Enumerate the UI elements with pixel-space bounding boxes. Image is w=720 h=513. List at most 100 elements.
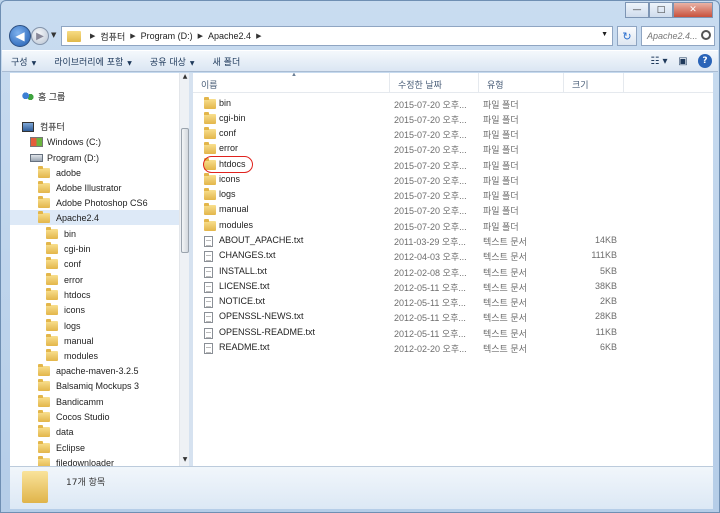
file-row[interactable]: error 2015-07-20 오후... 파일 폴더 <box>197 141 613 156</box>
nav-folder-adobe[interactable]: adobe <box>38 165 81 180</box>
address-dropdown-icon[interactable]: ▼ <box>601 31 608 38</box>
file-row[interactable]: OPENSSL-NEWS.txt 2012-05-11 오후... 텍스트 문서 28… <box>197 309 617 324</box>
column-size[interactable]: 크기 <box>564 73 624 93</box>
back-button[interactable]: ◀ <box>9 25 31 47</box>
nav-folder-adobe-photoshop[interactable]: Adobe Photoshop CS6 <box>38 195 148 210</box>
address-bar[interactable]: ▶ 컴퓨터 ▶ Program (D:) ▶ Apache2.4 ▶ ▼ <box>61 26 613 46</box>
chevron-right-icon[interactable]: ▶ <box>90 32 95 40</box>
nav-drive-d[interactable]: Program (D:) <box>30 150 99 165</box>
scroll-thumb[interactable] <box>181 128 189 253</box>
file-date-modified: 2015-07-20 오후... <box>394 161 467 171</box>
nav-drive-c[interactable]: Windows (C:) <box>30 134 101 149</box>
nav-folder-balsamiq[interactable]: Balsamiq Mockups 3 <box>38 378 139 393</box>
forward-button[interactable]: ▶ <box>31 27 49 45</box>
folder-icon <box>38 378 50 391</box>
file-row[interactable]: INSTALL.txt 2012-02-08 오후... 텍스트 문서 5KB <box>197 264 617 279</box>
folder-icon <box>46 348 58 361</box>
file-row[interactable]: LICENSE.txt 2012-05-11 오후... 텍스트 문서 38KB <box>197 279 617 294</box>
refresh-button[interactable]: ↻ <box>617 26 637 46</box>
file-row[interactable]: ABOUT_APACHE.txt 2011-03-29 오후... 텍스트 문서 14… <box>197 233 617 248</box>
file-name: INSTALL.txt <box>219 266 267 276</box>
nav-folder-apache-selected[interactable]: Apache2.4 <box>10 210 180 225</box>
nav-homegroup[interactable]: 홈 그룹 <box>22 89 65 104</box>
organize-menu[interactable]: 구성 ▼ <box>2 55 45 68</box>
file-row[interactable]: NOTICE.txt 2012-05-11 오후... 텍스트 문서 2KB <box>197 294 617 309</box>
file-name: CHANGES.txt <box>219 250 276 260</box>
folder-icon <box>204 97 216 109</box>
nav-folder-modules[interactable]: modules <box>46 348 98 363</box>
file-type: 파일 폴더 <box>483 115 519 125</box>
nav-folder-conf[interactable]: conf <box>46 256 81 271</box>
nav-scrollbar[interactable]: ▲ ▼ <box>179 73 189 466</box>
file-type: 텍스트 문서 <box>483 313 527 323</box>
nav-folder-label: Adobe Illustrator <box>56 182 122 193</box>
caption-buttons: — □ ✕ <box>625 2 713 18</box>
file-size: 11KB <box>595 327 617 337</box>
chevron-right-icon[interactable]: ▶ <box>256 32 261 40</box>
maximize-button[interactable]: □ <box>649 2 673 18</box>
file-row[interactable]: CHANGES.txt 2012-04-03 오후... 텍스트 문서 111KB <box>197 248 617 263</box>
file-type: 파일 폴더 <box>483 161 519 171</box>
nav-folder-filedownloader[interactable]: filedownloader <box>38 455 114 466</box>
scroll-down-icon[interactable]: ▼ <box>181 456 189 466</box>
preview-pane-icon[interactable]: ▣ <box>674 53 692 69</box>
nav-folder-eclipse[interactable]: Eclipse <box>38 440 85 455</box>
nav-folder-data[interactable]: data <box>38 424 74 439</box>
nav-folder-bin[interactable]: bin <box>46 226 76 241</box>
folder-icon <box>38 195 50 208</box>
nav-folder-label: Eclipse <box>56 442 86 453</box>
nav-folder-manual[interactable]: manual <box>46 333 94 348</box>
file-row[interactable]: bin 2015-07-20 오후... 파일 폴더 <box>197 96 613 111</box>
breadcrumb-program-d[interactable]: Program (D:) <box>141 31 193 41</box>
new-folder-button[interactable]: 새 폴더 <box>204 55 250 68</box>
column-type[interactable]: 유형 <box>479 73 564 93</box>
breadcrumb-computer[interactable]: 컴퓨터 <box>100 30 125 43</box>
file-type: 텍스트 문서 <box>483 252 527 262</box>
nav-folder-adobe-illustrator[interactable]: Adobe Illustrator <box>38 180 122 195</box>
chevron-right-icon[interactable]: ▶ <box>130 32 135 40</box>
nav-folder-htdocs[interactable]: htdocs <box>46 287 91 302</box>
nav-folder-label: Apache2.4 <box>56 212 100 223</box>
file-name: conf <box>219 128 237 138</box>
file-list: 이름 ▲ 수정한 날짜 유형 크기 bin 2015-07-20 오후... 파일 폴… <box>193 73 713 466</box>
file-row[interactable]: icons 2015-07-20 오후... 파일 폴더 <box>197 172 613 187</box>
column-name[interactable]: 이름 ▲ <box>193 73 390 93</box>
file-type: 텍스트 문서 <box>483 237 527 247</box>
file-row[interactable]: OPENSSL-README.txt 2012-05-11 오후... 텍스트 문서… <box>197 325 617 340</box>
nav-folder-label: htdocs <box>64 289 91 300</box>
file-date-modified: 2015-07-20 오후... <box>394 222 467 232</box>
nav-folder-logs[interactable]: logs <box>46 318 81 333</box>
change-view-icon[interactable]: ☷ ▾ <box>650 53 668 69</box>
file-row[interactable]: cgi-bin 2015-07-20 오후... 파일 폴더 <box>197 111 613 126</box>
file-row[interactable]: logs 2015-07-20 오후... 파일 폴더 <box>197 187 613 202</box>
file-row[interactable]: conf 2015-07-20 오후... 파일 폴더 <box>197 126 613 141</box>
file-row[interactable]: manual 2015-07-20 오후... 파일 폴더 <box>197 202 613 217</box>
close-button[interactable]: ✕ <box>673 2 713 18</box>
minimize-button[interactable]: — <box>625 2 649 18</box>
nav-folder-cgi-bin[interactable]: cgi-bin <box>46 241 91 256</box>
file-size: 5KB <box>599 266 617 276</box>
file-date-modified: 2015-07-20 오후... <box>394 206 467 216</box>
nav-folder-error[interactable]: error <box>46 272 83 287</box>
nav-folder-apache-maven[interactable]: apache-maven-3.2.5 <box>38 363 139 378</box>
scroll-up-icon[interactable]: ▲ <box>181 73 189 83</box>
file-date-modified: 2012-05-11 오후... <box>394 313 466 323</box>
nav-folder-bandicamm[interactable]: Bandicamm <box>38 394 104 409</box>
nav-folder-icons[interactable]: icons <box>46 302 85 317</box>
file-row[interactable]: htdocs 2015-07-20 오후... 파일 폴더 <box>197 157 613 172</box>
folder-icon <box>38 180 50 193</box>
share-with-menu[interactable]: 공유 대상 ▼ <box>141 55 204 68</box>
file-row[interactable]: modules 2015-07-20 오후... 파일 폴더 <box>197 218 613 233</box>
column-date-modified[interactable]: 수정한 날짜 <box>390 73 479 93</box>
folder-icon <box>46 241 58 254</box>
search-input[interactable]: Apache2.4... <box>641 26 715 46</box>
nav-folder-cocos-studio[interactable]: Cocos Studio <box>38 409 110 424</box>
file-row[interactable]: README.txt 2012-02-20 오후... 텍스트 문서 6KB <box>197 340 617 355</box>
chevron-right-icon[interactable]: ▶ <box>198 32 203 40</box>
recent-pages-dropdown-icon[interactable]: ▼ <box>51 31 56 39</box>
breadcrumb-apache[interactable]: Apache2.4 <box>208 31 251 41</box>
include-in-library-menu[interactable]: 라이브러리에 포함 ▼ <box>45 55 141 68</box>
nav-computer[interactable]: 컴퓨터 <box>22 119 65 134</box>
file-name: error <box>219 143 239 153</box>
help-icon[interactable]: ? <box>698 54 712 68</box>
